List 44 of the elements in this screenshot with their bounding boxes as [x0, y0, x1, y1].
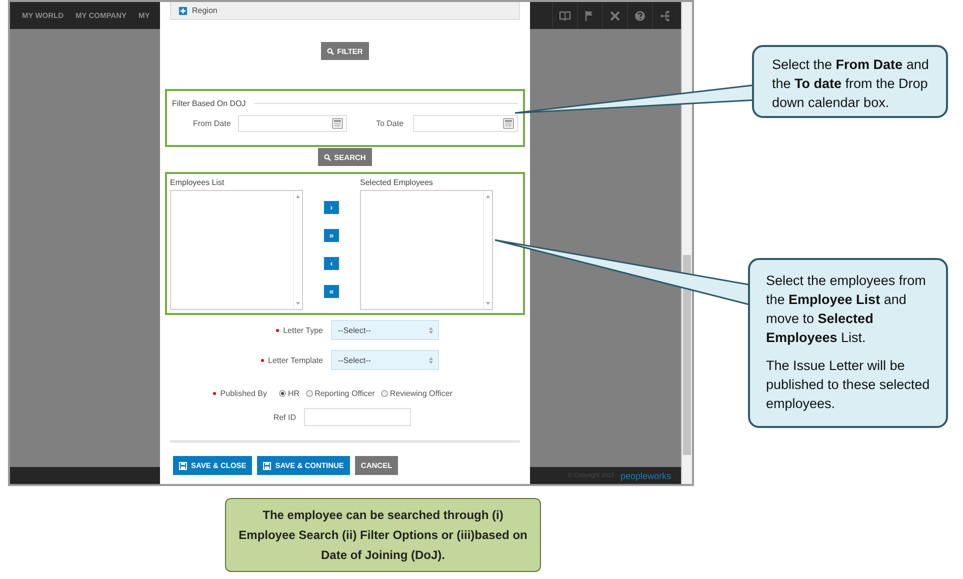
radio-option[interactable]: Reviewing Officer: [380, 389, 452, 398]
field-label: Published By: [220, 389, 267, 398]
section-title: Region: [192, 6, 218, 15]
list-box[interactable]: [170, 190, 303, 310]
radio-option[interactable]: HR: [279, 389, 300, 398]
callout-text: Select the From Date and the To date from the Drop down calendar box.: [772, 56, 930, 112]
search-icon: [327, 48, 334, 54]
callout-text: Select the employees from the Employee List and move to Selected Employees List.: [766, 272, 927, 347]
brand-logo: peopleworks: [620, 470, 671, 480]
radio-button[interactable]: [306, 390, 313, 397]
radio-option[interactable]: Reporting Officer: [306, 389, 375, 398]
select-field[interactable]: --Select--: [331, 350, 439, 370]
date-field[interactable]: [412, 115, 518, 132]
list-box[interactable]: [360, 190, 493, 310]
sitemap-icon[interactable]: [659, 10, 671, 22]
group-title: Filter Based On DOJ: [172, 99, 246, 108]
list-label: Employees List: [170, 178, 224, 187]
note-text: The employee can be searched through (i) Employee Search (ii) Filter Options or (iii)based on Date of Joining (DoJ).: [238, 507, 528, 564]
search-icon: [324, 154, 332, 160]
book-icon[interactable]: [559, 10, 571, 22]
move-button[interactable]: ‹: [324, 257, 339, 270]
move-button[interactable]: ›: [324, 201, 339, 214]
floppy-icon: [263, 462, 272, 470]
list-label: Selected Employees: [360, 178, 433, 187]
calendar-icon[interactable]: [503, 118, 514, 129]
select-field[interactable]: --Select--: [331, 320, 439, 340]
move-button[interactable]: «: [324, 285, 339, 298]
field-label: Letter Template: [268, 356, 323, 364]
radio-button[interactable]: [279, 390, 286, 397]
help-icon[interactable]: [634, 10, 646, 22]
radio-button[interactable]: [380, 390, 388, 397]
field-label: Ref ID: [273, 412, 296, 422]
field-label: To Date: [376, 119, 405, 128]
calendar-icon[interactable]: [332, 118, 343, 129]
move-button[interactable]: »: [324, 229, 339, 242]
text-field[interactable]: [304, 408, 411, 426]
floppy-icon: [179, 462, 187, 470]
field-label: From Date: [193, 119, 232, 128]
date-field[interactable]: [238, 115, 347, 132]
region-panel[interactable]: Region: [170, 2, 520, 20]
callout-text: The Issue Letter will be published to these selected employees.: [766, 357, 931, 413]
scrollbar[interactable]: [681, 2, 692, 484]
field-label: Letter Type: [283, 326, 323, 334]
plus-icon[interactable]: [179, 6, 187, 14]
